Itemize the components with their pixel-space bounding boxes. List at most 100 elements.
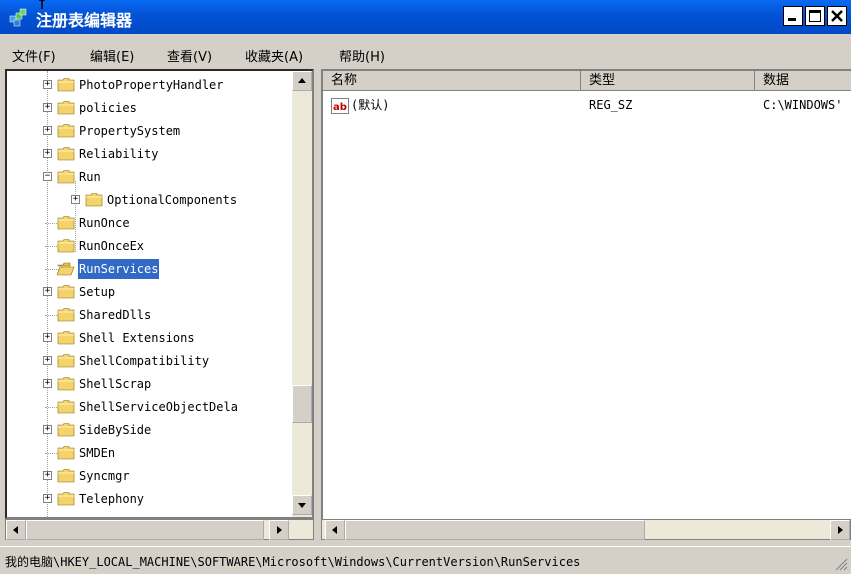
- folder-icon: [57, 492, 75, 506]
- folder-icon: [57, 469, 75, 483]
- tree-node[interactable]: SMDEn: [7, 443, 287, 463]
- folder-icon: [85, 193, 103, 207]
- tree-node[interactable]: RunOnce: [7, 213, 287, 233]
- folder-icon: [57, 308, 75, 322]
- title-bar: 注册表编辑器: [0, 0, 851, 34]
- expand-icon[interactable]: +: [43, 471, 52, 480]
- tree-node-label: PropertySystem: [79, 124, 181, 138]
- value-row[interactable]: ab (默认) REG_SZ C:\WINDOWS': [323, 71, 851, 119]
- expand-icon[interactable]: +: [43, 149, 52, 158]
- folder-icon: [57, 147, 75, 161]
- list-horizontal-scrollbar[interactable]: [321, 519, 851, 540]
- expand-icon[interactable]: +: [43, 333, 52, 342]
- maximize-button[interactable]: [805, 6, 825, 26]
- menu-bar: 文件(F) 编辑(E) 查看(V) 收藏夹(A) 帮助(H): [0, 41, 851, 65]
- tree-node[interactable]: RunOnceEx: [7, 236, 287, 256]
- arrow-up-icon: [298, 78, 306, 83]
- resize-grip-icon[interactable]: [834, 557, 848, 571]
- folder-icon: [57, 423, 75, 437]
- expand-icon[interactable]: +: [43, 103, 52, 112]
- folder-icon: [57, 331, 75, 345]
- scroll-thumb-horizontal[interactable]: [26, 520, 264, 540]
- tree-node-label: policies: [79, 101, 137, 115]
- folder-icon: [57, 78, 75, 92]
- close-icon: [831, 10, 843, 22]
- scroll-left-button[interactable]: [6, 520, 26, 540]
- expand-icon[interactable]: +: [43, 126, 52, 135]
- tree-node[interactable]: + ShellCompatibility: [7, 351, 287, 371]
- tree-node[interactable]: + Reliability: [7, 144, 287, 164]
- close-button[interactable]: [827, 6, 847, 26]
- tree-node-label: Syncmgr: [79, 469, 130, 483]
- tree-node[interactable]: RunServices: [7, 258, 287, 280]
- scroll-right-button[interactable]: [830, 520, 850, 540]
- tree-node-label: Shell Extensions: [79, 331, 195, 345]
- tree-node[interactable]: − Run: [7, 167, 287, 187]
- tree-node[interactable]: SharedDlls: [7, 305, 287, 325]
- arrow-left-icon: [332, 526, 337, 534]
- tree-horizontal-scrollbar[interactable]: [5, 519, 314, 540]
- expand-icon[interactable]: +: [43, 379, 52, 388]
- tree-node[interactable]: + PropertySystem: [7, 121, 287, 141]
- menu-view[interactable]: 查看(V): [167, 46, 212, 65]
- svg-text:ab: ab: [333, 102, 347, 113]
- tree-node-label: ShellScrap: [79, 377, 152, 391]
- tree-node-label: ShellCompatibility: [79, 354, 210, 368]
- values-list[interactable]: 名称 类型 数据 ab (默认) REG_SZ C:\WINDOWS': [321, 69, 851, 519]
- tree-node[interactable]: + Syncmgr: [7, 466, 287, 486]
- scroll-thumb-horizontal[interactable]: [345, 520, 645, 540]
- tree-node[interactable]: + ShellScrap: [7, 374, 287, 394]
- tree-node-label: RunServices: [76, 258, 161, 280]
- tree-node-label: SharedDlls: [79, 308, 152, 322]
- status-path: 我的电脑\HKEY_LOCAL_MACHINE\SOFTWARE\Microso…: [5, 555, 581, 569]
- tree-node[interactable]: ShellServiceObjectDela: [7, 397, 287, 417]
- scroll-down-button[interactable]: [292, 495, 312, 515]
- expand-icon[interactable]: +: [43, 425, 52, 434]
- tree-node-label: RunOnce: [79, 216, 130, 230]
- folder-icon: [57, 285, 75, 299]
- expand-icon[interactable]: +: [43, 287, 52, 296]
- tree-node[interactable]: + SideBySide: [7, 420, 287, 440]
- tree-node[interactable]: + Shell Extensions: [7, 328, 287, 348]
- minimize-button[interactable]: [783, 6, 803, 26]
- window-title: 注册表编辑器: [36, 11, 133, 30]
- string-value-icon: ab: [331, 98, 349, 114]
- folder-icon: [57, 377, 75, 391]
- expand-icon[interactable]: +: [43, 80, 52, 89]
- folder-icon: [57, 400, 75, 414]
- registry-tree[interactable]: + PhotoPropertyHandler + policies + PropertyS…: [5, 69, 314, 519]
- scroll-left-button[interactable]: [325, 520, 345, 540]
- tree-node-label: SMDEn: [79, 446, 116, 460]
- tree-node[interactable]: + policies: [7, 98, 287, 118]
- folder-icon: [57, 124, 75, 138]
- tree-node-label: RunOnceEx: [79, 239, 145, 253]
- value-data: C:\WINDOWS': [763, 98, 843, 112]
- tree-node[interactable]: + PhotoPropertyHandler: [7, 75, 287, 95]
- menu-help[interactable]: 帮助(H): [339, 46, 385, 65]
- value-type: REG_SZ: [589, 98, 633, 112]
- tree-node[interactable]: + OptionalComponents: [7, 190, 287, 210]
- menu-file[interactable]: 文件(F): [12, 46, 56, 65]
- folder-icon: [57, 239, 75, 253]
- value-name: (默认): [351, 98, 390, 112]
- tree-node-label: Telephony: [79, 492, 145, 506]
- scroll-thumb[interactable]: [292, 385, 312, 423]
- folder-icon: [57, 354, 75, 368]
- expand-icon[interactable]: +: [43, 356, 52, 365]
- status-bar: 我的电脑\HKEY_LOCAL_MACHINE\SOFTWARE\Microso…: [0, 546, 851, 574]
- tree-node[interactable]: + Setup: [7, 282, 287, 302]
- collapse-icon[interactable]: −: [43, 172, 52, 181]
- menu-favorites[interactable]: 收藏夹(A): [245, 46, 303, 65]
- arrow-left-icon: [13, 526, 18, 534]
- expand-icon[interactable]: +: [43, 494, 52, 503]
- tree-vertical-scrollbar[interactable]: [292, 71, 312, 517]
- folder-icon: [57, 216, 75, 230]
- tree-node-label: Run: [79, 170, 101, 184]
- folder-icon: [57, 170, 75, 184]
- tree-node-label: Reliability: [79, 147, 159, 161]
- scroll-right-button[interactable]: [269, 520, 289, 540]
- expand-icon[interactable]: +: [71, 195, 80, 204]
- menu-edit[interactable]: 编辑(E): [90, 46, 134, 65]
- scroll-up-button[interactable]: [292, 71, 312, 91]
- tree-node[interactable]: + Telephony: [7, 489, 287, 509]
